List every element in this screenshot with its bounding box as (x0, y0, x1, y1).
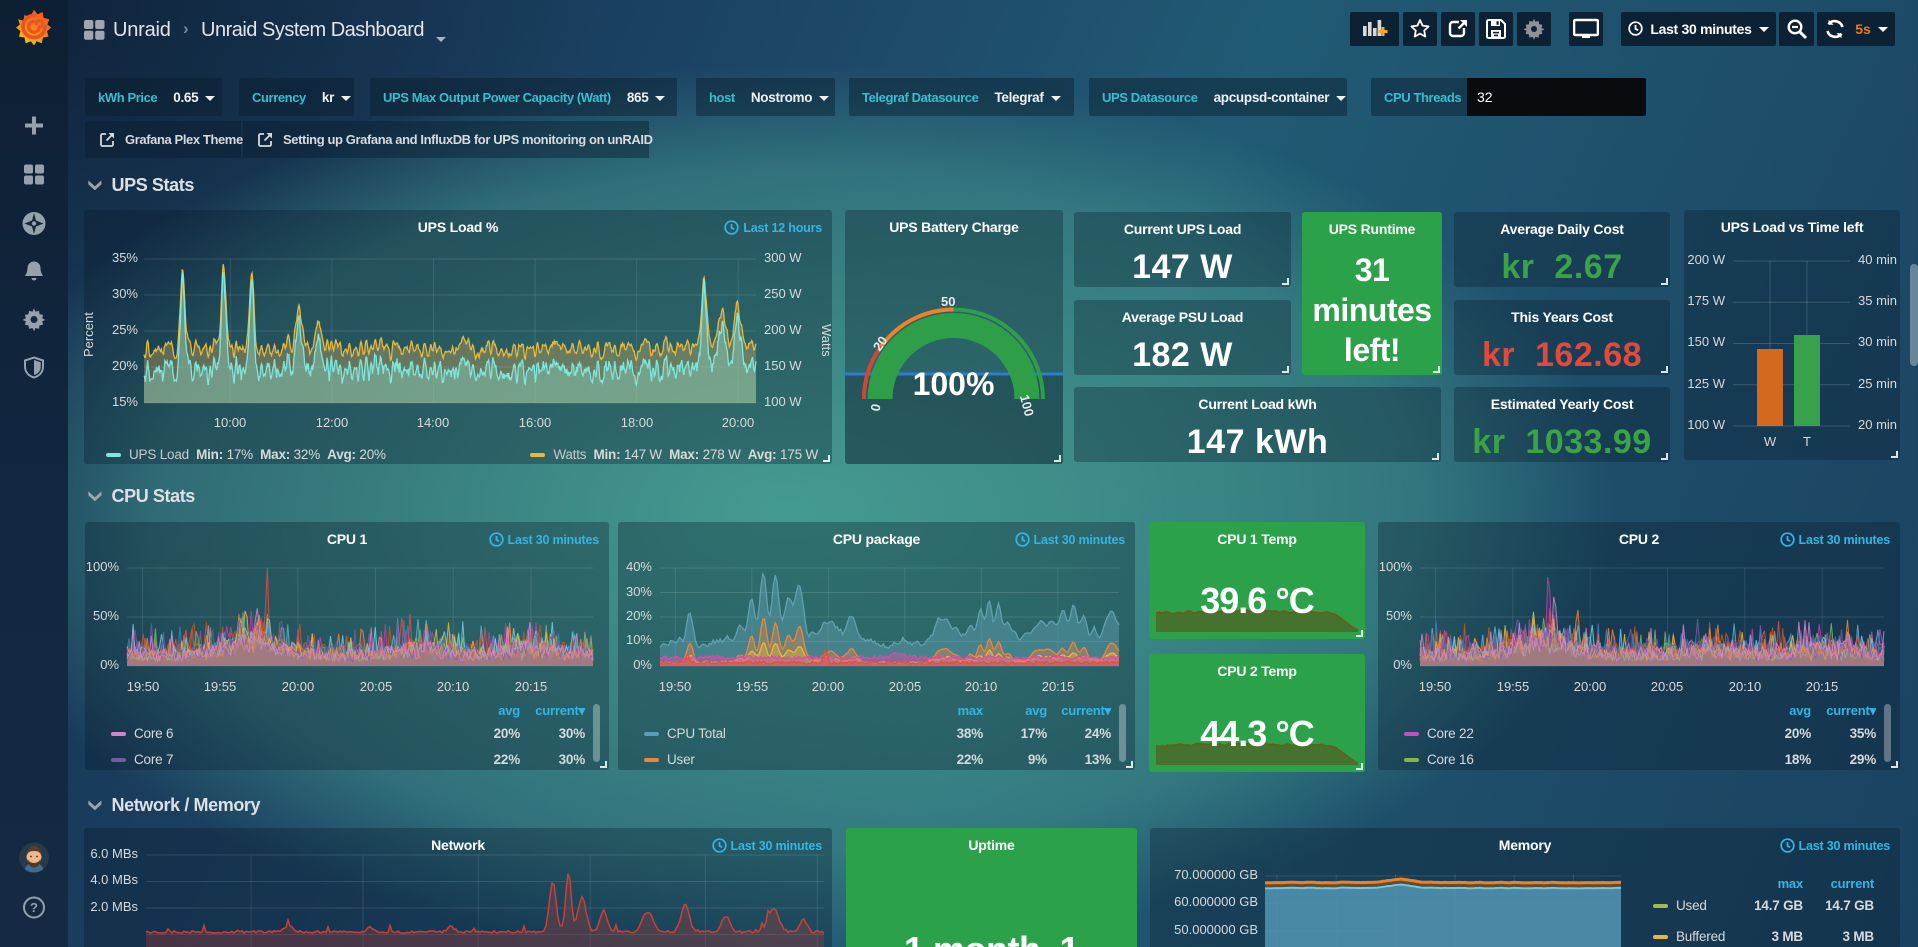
svg-text:?: ? (30, 900, 38, 915)
